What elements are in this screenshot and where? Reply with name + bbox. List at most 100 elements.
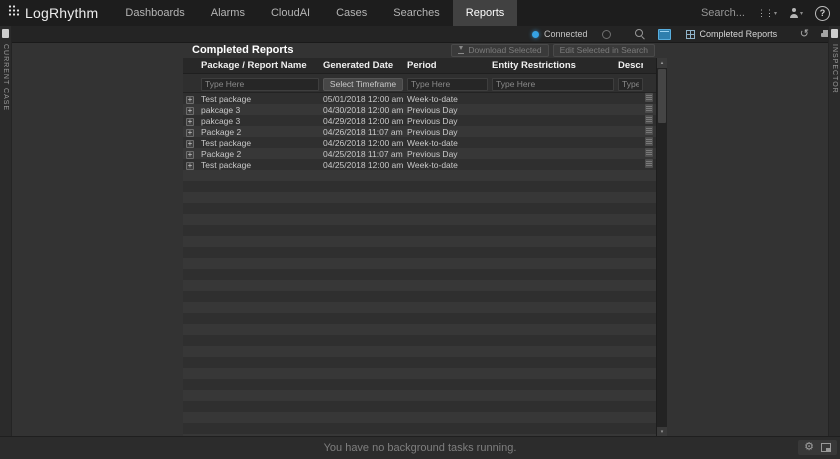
table-row-empty bbox=[183, 357, 657, 368]
download-selected-button[interactable]: Download Selected bbox=[451, 44, 548, 57]
header-generated-date[interactable]: Generated Date bbox=[319, 60, 403, 71]
expand-icon[interactable]: + bbox=[186, 151, 194, 159]
pdf-icon[interactable] bbox=[645, 148, 653, 157]
nav-item-cases[interactable]: Cases bbox=[323, 0, 380, 26]
panel-title: Completed Reports bbox=[192, 44, 293, 56]
table-row[interactable]: +Package 204/25/2018 11:07 amPrevious Da… bbox=[183, 148, 657, 159]
cell-period: Previous Day bbox=[403, 127, 488, 137]
table-row-empty bbox=[183, 247, 657, 258]
cell-package-name: Test package bbox=[197, 138, 319, 148]
app-screen: LogRhythm DashboardsAlarmsCloudAICasesSe… bbox=[0, 0, 840, 459]
filter-row: Select Timeframe bbox=[183, 74, 657, 93]
expand-icon[interactable]: + bbox=[186, 107, 194, 115]
table-row-empty bbox=[183, 335, 657, 346]
expand-inspector-icon[interactable] bbox=[831, 29, 838, 38]
table-row-empty bbox=[183, 192, 657, 203]
cell-pdf bbox=[643, 137, 657, 148]
grid-view-icon bbox=[686, 30, 695, 39]
pdf-icon[interactable] bbox=[645, 159, 653, 168]
table-row[interactable]: +Package 204/26/2018 11:07 amPrevious Da… bbox=[183, 126, 657, 137]
status-ring-icon[interactable] bbox=[602, 30, 611, 39]
table-row[interactable]: +pakcage 304/29/2018 12:00 amPrevious Da… bbox=[183, 115, 657, 126]
nav-item-searches[interactable]: Searches bbox=[380, 0, 452, 26]
quick-settings-menu[interactable]: ⋮⋮ ▾ bbox=[757, 8, 777, 19]
table-row-empty bbox=[183, 291, 657, 302]
table-row[interactable]: +pakcage 304/30/2018 12:00 amPrevious Da… bbox=[183, 104, 657, 115]
dock-icon[interactable] bbox=[821, 443, 831, 452]
expand-icon[interactable]: + bbox=[186, 129, 194, 137]
cell-generated-date: 04/29/2018 12:00 am bbox=[319, 116, 403, 126]
table-row-empty bbox=[183, 203, 657, 214]
search-reports-icon[interactable] bbox=[635, 29, 645, 39]
connected-status-icon bbox=[532, 31, 539, 38]
table-row[interactable]: +Test package05/01/2018 12:00 amWeek-to-… bbox=[183, 93, 657, 104]
gear-icon[interactable]: ⚙ bbox=[804, 442, 814, 453]
active-view-icon[interactable] bbox=[658, 29, 671, 40]
table-row-empty bbox=[183, 423, 657, 434]
table-row[interactable]: +Test package04/25/2018 12:00 amWeek-to-… bbox=[183, 159, 657, 170]
cell-pdf bbox=[643, 115, 657, 126]
expand-icon[interactable]: + bbox=[186, 118, 194, 126]
filter-period-input[interactable] bbox=[407, 78, 488, 91]
filter-description-input[interactable] bbox=[618, 78, 643, 91]
status-bar: You have no background tasks running. ⚙ bbox=[0, 436, 840, 459]
reset-layout-icon[interactable]: ↺ bbox=[800, 29, 809, 40]
table-row-empty bbox=[183, 412, 657, 423]
expand-icon[interactable]: + bbox=[186, 96, 194, 104]
table-row-empty bbox=[183, 258, 657, 269]
expand-icon[interactable]: + bbox=[186, 140, 194, 148]
nav-item-dashboards[interactable]: Dashboards bbox=[112, 0, 197, 26]
user-icon bbox=[789, 8, 799, 18]
current-case-label: CURRENT CASE bbox=[2, 44, 9, 111]
filter-entity-input[interactable] bbox=[492, 78, 614, 91]
header-description[interactable]: Description bbox=[614, 60, 643, 71]
nav-item-reports[interactable]: Reports bbox=[453, 0, 518, 26]
nav-item-cloudai[interactable]: CloudAI bbox=[258, 0, 323, 26]
table-row[interactable]: +Test package04/26/2018 12:00 amWeek-to-… bbox=[183, 137, 657, 148]
table-row-empty bbox=[183, 368, 657, 379]
search-input[interactable]: Search... bbox=[701, 7, 745, 19]
cell-generated-date: 05/01/2018 12:00 am bbox=[319, 94, 403, 104]
view-title: Completed Reports bbox=[700, 29, 778, 39]
table-row-empty bbox=[183, 214, 657, 225]
current-case-rail[interactable]: CURRENT CASE bbox=[0, 26, 12, 437]
cell-generated-date: 04/30/2018 12:00 am bbox=[319, 105, 403, 115]
table-row-empty bbox=[183, 269, 657, 280]
help-icon[interactable]: ? bbox=[815, 6, 830, 21]
pdf-icon[interactable] bbox=[645, 104, 653, 113]
filter-package-input[interactable] bbox=[201, 78, 319, 91]
pdf-icon[interactable] bbox=[645, 126, 653, 135]
table-scrollbar[interactable]: ▴ ▾ bbox=[656, 58, 667, 437]
panel-actions: Download Selected Edit Selected in Searc… bbox=[451, 44, 655, 57]
table-header-row: Package / Report Name Generated Date Per… bbox=[183, 58, 657, 74]
expand-panel-icon[interactable] bbox=[2, 29, 9, 38]
header-entity-restrictions[interactable]: Entity Restrictions bbox=[488, 60, 614, 71]
cell-pdf bbox=[643, 93, 657, 104]
expand-icon[interactable]: + bbox=[186, 162, 194, 170]
header-period[interactable]: Period bbox=[403, 60, 488, 71]
cell-expand: + bbox=[183, 105, 197, 115]
edit-selected-button[interactable]: Edit Selected in Search bbox=[553, 44, 655, 57]
pdf-icon[interactable] bbox=[645, 137, 653, 146]
navbar-right: Search... ⋮⋮ ▾ ▾ ? bbox=[701, 6, 840, 21]
scrollbar-thumb[interactable] bbox=[658, 69, 666, 123]
logrhythm-logo[interactable]: LogRhythm bbox=[8, 4, 98, 22]
inspector-rail[interactable]: INSPECTOR bbox=[828, 26, 840, 437]
chevron-down-icon: ▾ bbox=[774, 10, 777, 17]
table-row-empty bbox=[183, 181, 657, 192]
user-menu[interactable]: ▾ bbox=[789, 8, 803, 18]
logrhythm-mark-icon bbox=[8, 4, 21, 22]
cell-expand: + bbox=[183, 149, 197, 159]
logrhythm-wordmark: LogRhythm bbox=[25, 5, 98, 21]
toolbar: Connected Completed Reports ↺ bbox=[0, 26, 840, 43]
pdf-icon[interactable] bbox=[645, 115, 653, 124]
cell-package-name: Package 2 bbox=[197, 149, 319, 159]
header-package-report-name[interactable]: Package / Report Name bbox=[197, 60, 319, 71]
table-body: +Test package05/01/2018 12:00 amWeek-to-… bbox=[183, 93, 657, 439]
nav-item-alarms[interactable]: Alarms bbox=[198, 0, 258, 26]
select-timeframe-button[interactable]: Select Timeframe bbox=[323, 78, 403, 91]
cell-generated-date: 04/26/2018 11:07 am bbox=[319, 127, 403, 137]
scroll-up-icon[interactable]: ▴ bbox=[657, 58, 667, 68]
pdf-icon[interactable] bbox=[645, 93, 653, 102]
cell-package-name: Test package bbox=[197, 94, 319, 104]
